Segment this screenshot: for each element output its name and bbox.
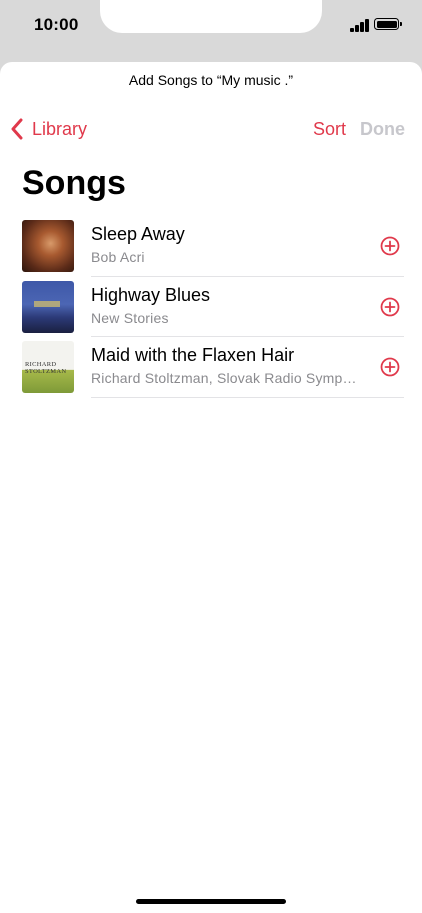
artwork-text: STOLTZMAN (25, 368, 67, 375)
album-artwork (22, 220, 74, 272)
page-title: Songs (22, 164, 126, 202)
plus-circle-icon[interactable] (380, 236, 400, 256)
song-list: Sleep Away Bob Acri Highway Blues New St… (0, 216, 422, 398)
song-artist: New Stories (91, 309, 169, 326)
battery-icon (374, 18, 402, 30)
song-artist: Bob Acri (91, 249, 145, 265)
device-notch (100, 0, 322, 33)
sheet-title: Add Songs to “My music .” (128, 72, 294, 88)
chevron-left-icon (11, 118, 23, 140)
artwork-text: RICHARD (25, 361, 57, 368)
song-row[interactable]: RICHARD STOLTZMAN Maid with the Flaxen H… (0, 337, 422, 398)
song-title: Maid with the Flaxen Hair (91, 345, 295, 365)
song-title: Sleep Away (91, 224, 185, 244)
song-row[interactable]: Sleep Away Bob Acri (0, 216, 422, 277)
status-bar: 10:00 (0, 0, 422, 60)
back-button[interactable]: Library (10, 115, 87, 143)
album-artwork (22, 280, 74, 333)
status-time: 10:00 (34, 15, 79, 34)
plus-circle-icon[interactable] (380, 297, 400, 317)
home-indicator[interactable] (136, 899, 286, 904)
song-artist: Richard Stoltzman, Slovak Radio Symp… (91, 370, 357, 386)
sort-button[interactable]: Sort (313, 119, 346, 140)
album-artwork: RICHARD STOLTZMAN (22, 341, 74, 393)
done-button[interactable]: Done (360, 119, 405, 140)
add-songs-sheet: Add Songs to “My music .” Library Sort D… (0, 62, 422, 913)
song-row[interactable]: Highway Blues New Stories (0, 277, 422, 337)
back-label: Library (32, 118, 88, 139)
row-divider (91, 396, 404, 398)
plus-circle-icon[interactable] (380, 357, 400, 377)
cellular-signal-icon (350, 19, 370, 32)
song-title: Highway Blues (91, 284, 211, 305)
